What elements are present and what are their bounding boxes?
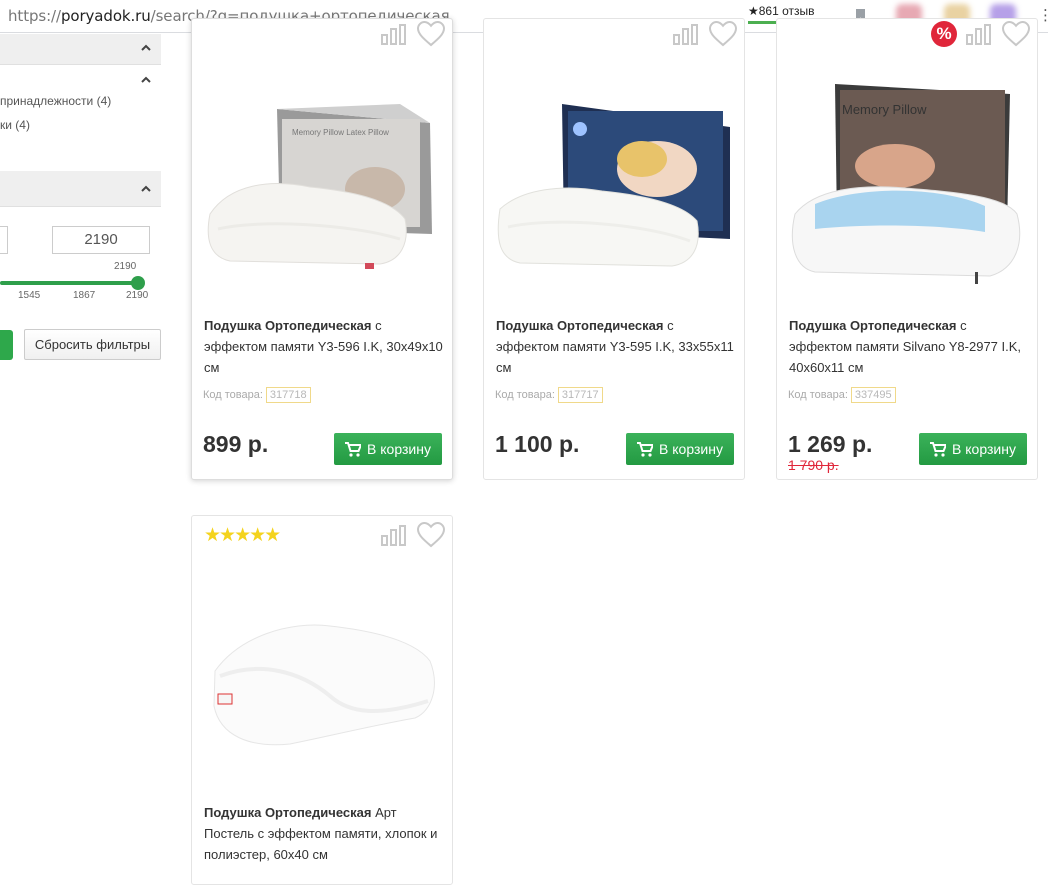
price-slider-track[interactable] (0, 281, 139, 285)
price-to-input[interactable]: 2190 (52, 226, 150, 254)
product-code-value: 337495 (850, 387, 896, 403)
box-text: Memory Pillow (842, 102, 927, 117)
slider-tick: 1545 (18, 290, 41, 301)
product-image[interactable]: Memory Pillow (785, 64, 1030, 304)
add-to-cart-label: В корзину (952, 441, 1016, 457)
product-code-value: 317717 (557, 387, 603, 403)
product-card[interactable]: Memory Pillow Latex Pillow Подушка Ортоп… (191, 18, 453, 480)
sale-badge: % (931, 21, 957, 47)
favorite-heart-icon[interactable] (1001, 20, 1031, 48)
reviews-badge[interactable]: ★861 отзыв (748, 4, 815, 18)
product-title[interactable]: Подушка Ортопедическая с эффектом памяти… (496, 315, 738, 378)
price-filter-header[interactable] (0, 171, 161, 207)
box-text: Memory Pillow Latex Pillow (292, 128, 389, 137)
product-title-bold: Подушка Ортопедическая (204, 318, 372, 333)
card-actions: % (931, 17, 1031, 51)
product-code-label: Код товара: (495, 389, 555, 401)
add-to-cart-button[interactable]: В корзину (334, 433, 442, 465)
cart-icon (637, 441, 654, 457)
product-code-value: 317718 (265, 387, 311, 403)
filter-option[interactable]: принадлежности (4) (0, 94, 111, 108)
product-card[interactable]: % Memory Pillow Подушка Ортопедическая с… (776, 18, 1038, 480)
price-slider-handle[interactable] (131, 276, 145, 290)
add-to-cart-label: В корзину (659, 441, 723, 457)
card-actions (380, 17, 446, 51)
product-card[interactable]: ★★★★★ Подушка Ортопедическая Арт Постель… (191, 515, 453, 885)
chevron-up-icon[interactable] (141, 75, 151, 85)
product-code-label: Код товара: (788, 389, 848, 401)
chevron-up-icon (141, 185, 151, 192)
add-to-cart-button[interactable]: В корзину (919, 433, 1027, 465)
product-title[interactable]: Подушка Ортопедическая Арт Постель с эфф… (204, 802, 446, 865)
product-image[interactable]: Memory Pillow Latex Pillow (200, 79, 445, 304)
filter-option[interactable]: ки (4) (0, 118, 30, 132)
product-image[interactable] (492, 79, 737, 304)
slider-tick: 2190 (126, 290, 149, 301)
price-from-input[interactable] (0, 226, 8, 254)
compare-icon[interactable] (965, 22, 993, 46)
product-price: 899 р. (203, 431, 269, 457)
product-title[interactable]: Подушка Ортопедическая с эффектом памяти… (204, 315, 446, 378)
product-price: 1 100 р. (495, 431, 580, 457)
product-code: Код товара: 337495 (788, 387, 896, 403)
url-host: poryadok.ru (60, 7, 151, 25)
url-scheme: https:// (8, 7, 61, 25)
chevron-up-icon (141, 44, 151, 51)
product-price: 1 269 р. (788, 431, 873, 457)
slider-tick: 1867 (73, 290, 96, 301)
favorite-heart-icon[interactable] (708, 20, 738, 48)
product-title-bold: Подушка Ортопедическая (204, 805, 372, 820)
product-code-label: Код товара: (203, 389, 263, 401)
product-title-bold: Подушка Ортопедическая (789, 318, 957, 333)
product-code: Код товара: 317718 (203, 387, 311, 403)
product-card[interactable]: Подушка Ортопедическая с эффектом памяти… (483, 18, 745, 480)
compare-icon[interactable] (672, 22, 700, 46)
favorite-heart-icon[interactable] (416, 20, 446, 48)
slider-value-label: 2190 (114, 261, 137, 272)
product-code: Код товара: 317717 (495, 387, 603, 403)
add-to-cart-label: В корзину (367, 441, 431, 457)
cart-icon (930, 441, 947, 457)
old-price: 1 790 р. (788, 457, 839, 473)
cart-icon (345, 441, 362, 457)
product-title-bold: Подушка Ортопедическая (496, 318, 664, 333)
card-actions (672, 17, 738, 51)
favorite-heart-icon[interactable] (416, 521, 446, 549)
product-image[interactable] (200, 576, 445, 801)
filter-section-header[interactable] (0, 34, 161, 65)
card-actions (380, 518, 446, 552)
add-to-cart-button[interactable]: В корзину (626, 433, 734, 465)
apply-filter-button[interactable] (0, 330, 13, 360)
menu-icon[interactable]: ⋮ (1038, 6, 1048, 24)
compare-icon[interactable] (380, 523, 408, 547)
product-title[interactable]: Подушка Ортопедическая с эффектом памяти… (789, 315, 1031, 378)
compare-icon[interactable] (380, 22, 408, 46)
rating-stars: ★★★★★ (204, 525, 281, 546)
reset-filters-button[interactable]: Сбросить фильтры (24, 329, 161, 360)
